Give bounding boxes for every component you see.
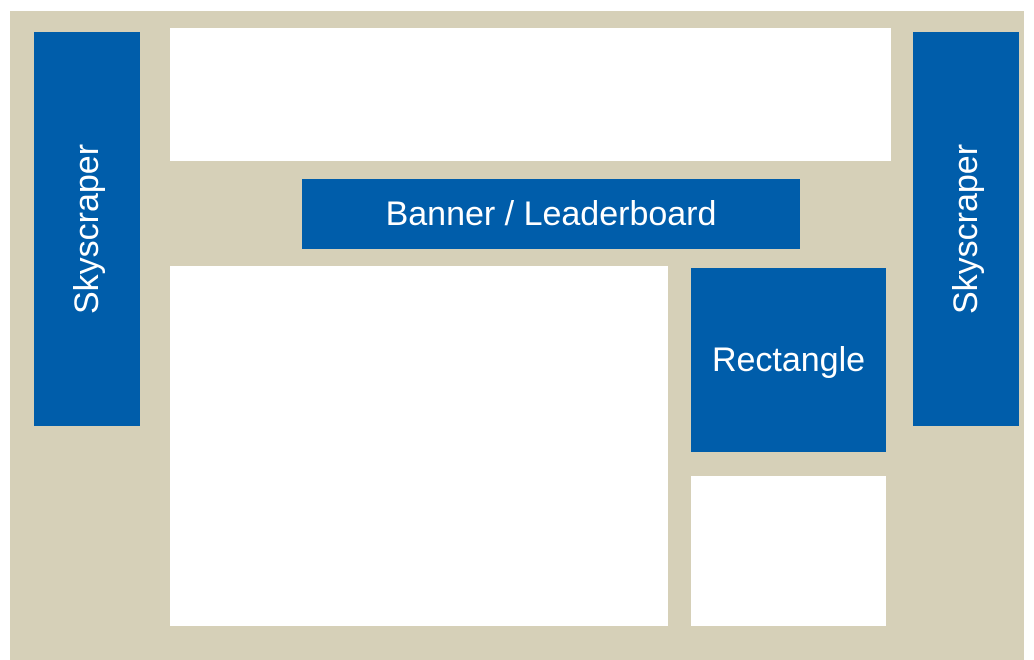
skyscraper-ad-right: Skyscraper — [913, 32, 1019, 426]
skyscraper-ad-left: Skyscraper — [34, 32, 140, 426]
banner-leaderboard-ad: Banner / Leaderboard — [302, 179, 800, 249]
skyscraper-right-label: Skyscraper — [947, 143, 985, 315]
rectangle-label: Rectangle — [711, 341, 866, 379]
skyscraper-left-label: Skyscraper — [68, 143, 106, 315]
banner-label: Banner / Leaderboard — [385, 195, 717, 233]
header-content-area — [170, 28, 891, 161]
rectangle-ad: Rectangle — [691, 268, 886, 452]
main-content-area — [170, 266, 668, 626]
sidebar-content-area — [691, 476, 886, 626]
